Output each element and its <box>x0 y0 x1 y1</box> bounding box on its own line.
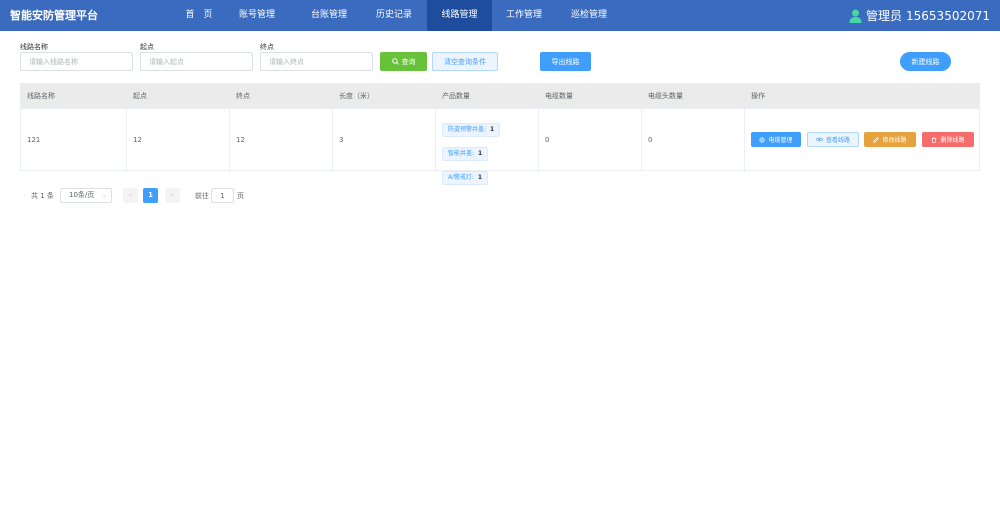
cell-cable-heads: 0 <box>648 136 653 144</box>
table-row: 121 12 12 3 防盗预警井盖: 1 智能井盖: 1 AI警戒灯: 1 0 0 … <box>21 108 979 185</box>
nav-work[interactable]: 工作管理 <box>493 0 555 31</box>
user-phone: 15653502071 <box>906 8 990 23</box>
next-page-button[interactable]: › <box>165 188 180 203</box>
pagination-total: 共 1 条 <box>31 192 54 200</box>
view-route-label: 查看线路 <box>825 137 850 144</box>
product-tag: 智能井盖: 1 <box>442 147 489 161</box>
eye-icon <box>815 137 823 142</box>
cell-route-name: 121 <box>27 136 41 144</box>
cell-length: 3 <box>339 136 344 144</box>
search-button-label: 查询 <box>401 57 416 66</box>
delete-route-button[interactable]: 删除线路 <box>922 132 974 147</box>
col-products: 产品数量 <box>442 92 470 100</box>
goto-label: 前往 <box>195 192 209 200</box>
nav-accounts[interactable]: 账号管理 <box>230 0 284 31</box>
start-label: 起点 <box>140 43 154 51</box>
prev-page-button[interactable]: ‹ <box>123 188 138 203</box>
nav-home[interactable]: 首 页 <box>168 0 230 31</box>
product-tags: 防盗预警井盖: 1 智能井盖: 1 AI警戒灯: 1 <box>442 116 501 188</box>
edit-route-button[interactable]: 修改线路 <box>864 132 916 147</box>
table-header: 线路名称 起点 终点 长度（米） 产品数量 电缆数量 电缆头数量 操作 <box>21 84 979 108</box>
product-tag-count: 1 <box>490 126 495 133</box>
col-cables: 电缆数量 <box>545 92 573 100</box>
app-title: 智能安防管理平台 <box>10 9 98 22</box>
route-name-label: 线路名称 <box>20 43 48 51</box>
cell-start: 12 <box>133 136 142 144</box>
product-tag: 防盗预警井盖: 1 <box>442 123 501 137</box>
export-routes-button[interactable]: 导出线路 <box>540 52 591 71</box>
product-tag-count: 1 <box>478 150 483 157</box>
col-length: 长度（米） <box>339 92 374 100</box>
nav-ledger[interactable]: 台账管理 <box>298 0 360 31</box>
page-size-value: 10条/页 <box>69 191 95 199</box>
nav-inspection[interactable]: 巡检管理 <box>558 0 620 31</box>
cell-end: 12 <box>236 136 245 144</box>
end-input[interactable] <box>260 52 373 71</box>
nav-history[interactable]: 历史记录 <box>363 0 425 31</box>
start-input[interactable] <box>140 52 253 71</box>
chevron-down-icon: ⌄ <box>101 192 107 199</box>
user-icon <box>849 9 862 23</box>
goto-page-input[interactable] <box>211 188 234 203</box>
user-info[interactable]: 管理员 15653502071 <box>849 0 990 31</box>
cable-management-label: 电缆管理 <box>768 137 793 144</box>
edit-route-label: 修改线路 <box>882 137 907 144</box>
col-cable-heads: 电缆头数量 <box>648 92 683 100</box>
product-tag-label: 智能井盖: <box>448 150 475 157</box>
cell-cables: 0 <box>545 136 550 144</box>
goto-unit: 页 <box>237 192 244 200</box>
top-navbar: 智能安防管理平台 首 页 账号管理 台账管理 历史记录 线路管理 工作管理 巡检… <box>0 0 1000 31</box>
col-start: 起点 <box>133 92 147 100</box>
delete-route-label: 删除线路 <box>940 137 965 144</box>
view-route-button[interactable]: 查看线路 <box>807 132 859 147</box>
cable-management-button[interactable]: 电缆管理 <box>751 132 801 147</box>
gear-icon <box>759 136 766 143</box>
col-route-name: 线路名称 <box>27 92 55 100</box>
col-end: 终点 <box>236 92 250 100</box>
product-tag-label: 防盗预警井盖: <box>448 126 487 133</box>
trash-icon <box>932 136 937 143</box>
edit-icon <box>873 136 880 143</box>
product-tag-label: AI警戒灯: <box>448 174 474 181</box>
clear-filters-button[interactable]: 清空查询条件 <box>432 52 498 71</box>
route-name-input[interactable] <box>20 52 133 71</box>
nav-routes[interactable]: 线路管理 <box>427 0 492 31</box>
new-route-button[interactable]: 新建线路 <box>900 52 951 71</box>
end-label: 终点 <box>260 43 274 51</box>
product-tag: AI警戒灯: 1 <box>442 171 489 185</box>
col-actions: 操作 <box>751 92 765 100</box>
product-tag-count: 1 <box>477 174 483 181</box>
search-icon <box>391 58 399 65</box>
page-size-select[interactable]: 10条/页 ⌄ <box>60 188 112 203</box>
user-role: 管理员 <box>866 9 903 23</box>
search-button[interactable]: 查询 <box>380 52 427 71</box>
page-number-current[interactable]: 1 <box>143 188 158 203</box>
routes-table: 线路名称 起点 终点 长度（米） 产品数量 电缆数量 电缆头数量 操作 121 … <box>20 83 980 185</box>
